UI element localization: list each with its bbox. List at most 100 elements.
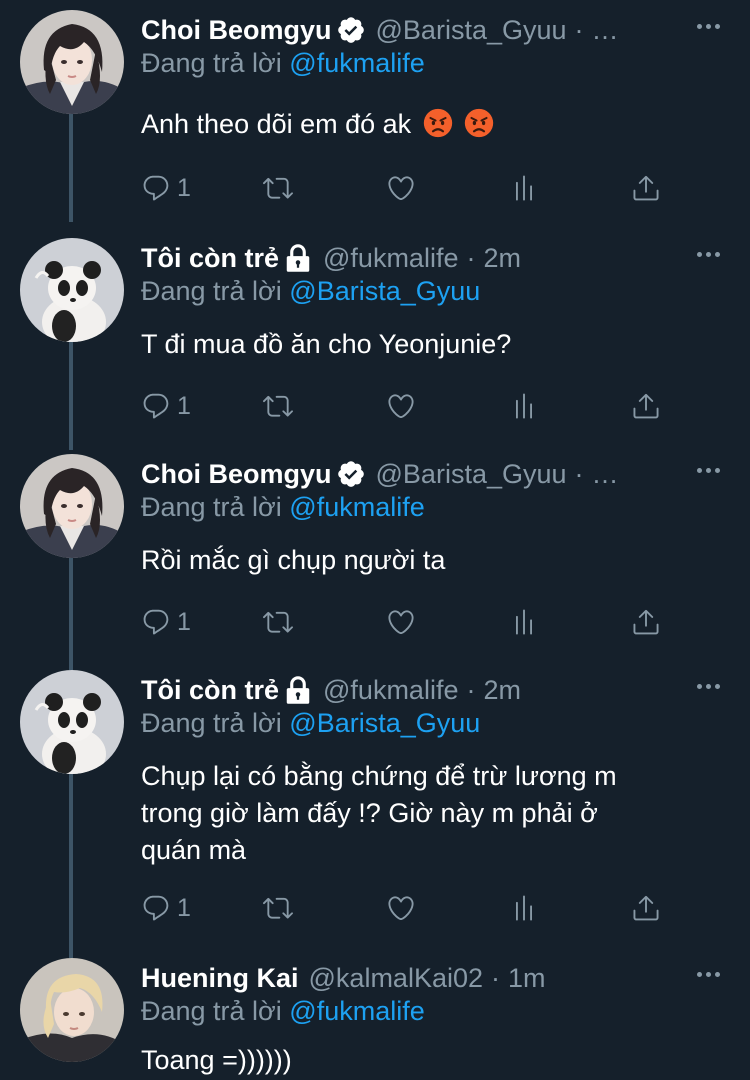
tweet-header: Choi Beomgyu @Barista_Gyuu · …	[141, 10, 619, 50]
tweet-actions: 1	[0, 386, 750, 426]
replying-to-label: Đang trả lời	[141, 996, 282, 1026]
avatar-huening-image	[20, 958, 124, 1062]
heart-icon	[388, 176, 414, 201]
retweet-button[interactable]	[263, 386, 293, 426]
tweet-text-line: Chụp lại có bằng chứng để trừ lương m	[141, 761, 617, 791]
more-options-icon[interactable]	[697, 972, 720, 977]
more-options-icon[interactable]	[697, 252, 720, 257]
separator-dot: ·	[574, 458, 584, 489]
reply-icon	[143, 895, 169, 921]
user-handle[interactable]: @fukmalife	[323, 243, 458, 274]
avatar[interactable]	[20, 670, 124, 774]
display-name[interactable]: Choi Beomgyu	[141, 15, 332, 46]
analytics-button[interactable]	[509, 168, 539, 208]
share-icon	[633, 393, 659, 419]
replying-to-label: Đang trả lời	[141, 708, 282, 738]
avatar[interactable]	[20, 454, 124, 558]
mention-link[interactable]: @Barista_Gyuu	[289, 276, 480, 306]
avatar[interactable]	[20, 238, 124, 342]
tweet-text-line: trong giờ làm đấy !? Giờ này m phải ở	[141, 798, 598, 828]
tweet-actions: 1	[0, 888, 750, 928]
share-icon	[633, 175, 659, 201]
reply-icon	[143, 175, 169, 201]
reply-button[interactable]: 1	[141, 386, 191, 426]
retweet-button[interactable]	[263, 602, 293, 642]
tweet-text: Rồi mắc gì chụp người ta	[141, 542, 721, 579]
display-name[interactable]: Huening Kai	[141, 963, 299, 994]
separator-dot: ·	[466, 674, 476, 705]
thread-line	[69, 774, 73, 958]
retweet-icon	[263, 177, 293, 199]
reply-button[interactable]: 1	[141, 888, 191, 928]
replying-to: Đang trả lời @Barista_Gyuu	[141, 276, 480, 312]
heart-icon	[388, 610, 414, 635]
analytics-button[interactable]	[509, 386, 539, 426]
user-handle[interactable]: @kalmalKai02	[309, 963, 484, 994]
share-button[interactable]	[631, 888, 661, 928]
reply-count: 1	[177, 607, 191, 636]
share-button[interactable]	[631, 386, 661, 426]
share-icon	[633, 895, 659, 921]
angry-face-emoji-icon	[423, 108, 452, 138]
angry-face-emoji-icon	[465, 108, 494, 138]
replying-to: Đang trả lời @fukmalife	[141, 492, 425, 528]
mention-link[interactable]: @fukmalife	[289, 996, 424, 1026]
retweet-icon	[263, 897, 293, 919]
more-options-icon[interactable]	[697, 684, 720, 689]
verified-badge-icon	[336, 459, 366, 489]
retweet-button[interactable]	[263, 168, 293, 208]
separator-dot: ·	[491, 962, 501, 993]
timestamp[interactable]: 2m	[483, 675, 521, 706]
avatar[interactable]	[20, 10, 124, 114]
display-name[interactable]: Tôi còn trẻ	[141, 675, 279, 706]
tweet-text-line: quán mà	[141, 835, 247, 865]
replying-to: Đang trả lời @fukmalife	[141, 48, 425, 84]
timestamp[interactable]: 2m	[483, 243, 521, 274]
user-handle[interactable]: @fukmalife	[323, 675, 458, 706]
user-handle[interactable]: @Barista_Gyuu	[376, 15, 567, 46]
more-options-icon[interactable]	[697, 24, 720, 29]
like-button[interactable]	[386, 888, 416, 928]
like-button[interactable]	[386, 168, 416, 208]
analytics-button[interactable]	[509, 602, 539, 642]
replying-to: Đang trả lời @Barista_Gyuu	[141, 708, 480, 744]
more-options-icon[interactable]	[697, 468, 720, 473]
verified-badge-icon	[336, 15, 366, 45]
timestamp[interactable]: 1m	[508, 963, 546, 994]
timestamp[interactable]: …	[592, 459, 619, 490]
timestamp[interactable]: …	[592, 15, 619, 46]
display-name[interactable]: Tôi còn trẻ	[141, 243, 279, 274]
tweet-text: Toang =))))))	[141, 1042, 721, 1079]
like-button[interactable]	[386, 602, 416, 642]
analytics-icon	[516, 175, 532, 201]
replying-to-label: Đang trả lời	[141, 48, 282, 78]
analytics-button[interactable]	[509, 888, 539, 928]
separator-dot: ·	[574, 14, 584, 45]
reply-icon	[143, 609, 169, 635]
heart-icon	[388, 394, 414, 419]
tweet-text-content: Toang =))))))	[141, 1045, 292, 1075]
tweet-text-content: Rồi mắc gì chụp người ta	[141, 545, 446, 575]
tweet-text-content: T đi mua đồ ăn cho Yeonjunie?	[141, 329, 512, 359]
share-icon	[633, 609, 659, 635]
user-handle[interactable]: @Barista_Gyuu	[376, 459, 567, 490]
avatar[interactable]	[20, 958, 124, 1062]
reply-thread: Choi Beomgyu @Barista_Gyuu · … Đang trả …	[0, 0, 750, 1080]
share-button[interactable]	[631, 602, 661, 642]
retweet-button[interactable]	[263, 888, 293, 928]
replying-to-label: Đang trả lời	[141, 492, 282, 522]
mention-link[interactable]: @Barista_Gyuu	[289, 708, 480, 738]
lock-icon	[283, 675, 313, 705]
mention-link[interactable]: @fukmalife	[289, 48, 424, 78]
like-button[interactable]	[386, 386, 416, 426]
avatar-beomgyu-image	[20, 454, 124, 558]
reply-button[interactable]: 1	[141, 168, 191, 208]
reply-count: 1	[177, 391, 191, 420]
retweet-icon	[263, 395, 293, 417]
display-name[interactable]: Choi Beomgyu	[141, 459, 332, 490]
tweet-text-content: Anh theo dõi em đó ak	[141, 109, 412, 139]
replying-to-label: Đang trả lời	[141, 276, 282, 306]
reply-button[interactable]: 1	[141, 602, 191, 642]
share-button[interactable]	[631, 168, 661, 208]
mention-link[interactable]: @fukmalife	[289, 492, 424, 522]
